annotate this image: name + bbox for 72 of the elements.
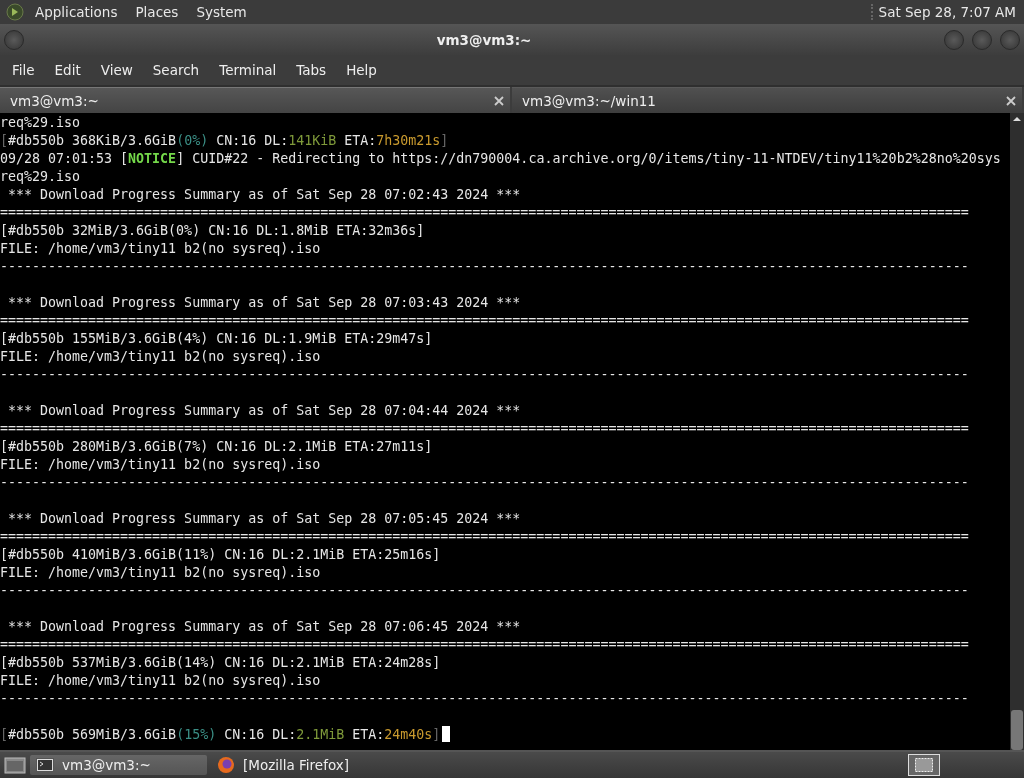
scrollbar[interactable]	[1010, 113, 1024, 750]
show-desktop-icon[interactable]	[4, 755, 26, 775]
menu-item[interactable]: Tabs	[286, 62, 337, 78]
terminal-text: =========================================================================================================================	[0, 529, 969, 544]
clock[interactable]: Sat Sep 28, 7:07 AM	[870, 4, 1016, 20]
terminal-text: ]	[432, 727, 441, 742]
panel-menu[interactable]: System	[189, 4, 254, 20]
terminal-text: *** Download Progress Summary as of Sat Sep 28 07:06:45 2024 ***	[7, 619, 521, 634]
terminal-text: req%29.iso	[0, 169, 81, 184]
terminal-text: *** Download Progress Summary as of Sat Sep 28 07:02:43 2024 ***	[7, 187, 521, 202]
terminal-text: FILE: /home/vm3/tiny11 b2(no sysreq).iso	[0, 457, 321, 472]
menu-item[interactable]: Edit	[44, 62, 91, 78]
terminal-text: [	[0, 133, 8, 148]
tab-label: vm3@vm3:~/win11	[522, 92, 657, 109]
terminal-text: FILE: /home/vm3/tiny11 b2(no sysreq).iso	[0, 673, 321, 688]
terminal-text: *** Download Progress Summary as of Sat Sep 28 07:04:44 2024 ***	[7, 403, 521, 418]
terminal-text: #db550b 368KiB/3.6GiB	[8, 133, 177, 148]
tab-label: vm3@vm3:~	[10, 92, 100, 109]
terminal-text: [#db550b 155MiB/3.6GiB(4%) CN:16 DL:1.9MiB ETA:29m47s]	[0, 331, 433, 346]
terminal-text: 24m40s	[384, 727, 433, 742]
menu-item[interactable]: View	[90, 62, 143, 78]
terminal-text: (15%)	[176, 727, 217, 742]
task-button[interactable]: vm3@vm3:~	[30, 755, 207, 775]
menu-item[interactable]: Terminal	[209, 62, 287, 78]
task-button[interactable]: [Mozilla Firefox]	[211, 755, 388, 775]
terminal-text: req%29.iso	[0, 115, 81, 130]
panel-menu[interactable]: Applications	[28, 4, 125, 20]
terminal-text: 2.1MiB	[296, 727, 345, 742]
terminal-text: ]	[440, 133, 449, 148]
terminal-text: (0%)	[176, 133, 209, 148]
terminal-text: -------------------------------------------------------------------------------------------------------------------------	[0, 691, 969, 706]
terminal-text: FILE: /home/vm3/tiny11 b2(no sysreq).iso	[0, 241, 321, 256]
terminal-text: ] CUID#22 - Redirecting to https://dn790004.ca.archive.org/0/items/tiny-11-NTDEV/tiny11%20b2%28no%20sys	[176, 151, 1001, 166]
terminal-text: =========================================================================================================================	[0, 205, 969, 220]
terminal-text: =========================================================================================================================	[0, 313, 969, 328]
terminal-text: NOTICE	[128, 151, 177, 166]
close-icon[interactable]	[1006, 95, 1016, 106]
terminal-icon	[36, 758, 54, 772]
terminal-text: #db550b 569MiB/3.6GiB	[8, 727, 177, 742]
terminal-text: [#db550b 280MiB/3.6GiB(7%) CN:16 DL:2.1MiB ETA:27m11s]	[0, 439, 433, 454]
terminal-text: *** Download Progress Summary as of Sat Sep 28 07:03:43 2024 ***	[7, 295, 521, 310]
terminal-text: [#db550b 32MiB/3.6GiB(0%) CN:16 DL:1.8MiB ETA:32m36s]	[0, 223, 425, 238]
terminal-text: *** Download Progress Summary as of Sat Sep 28 07:05:45 2024 ***	[7, 511, 521, 526]
terminal-text: -------------------------------------------------------------------------------------------------------------------------	[0, 475, 969, 490]
terminal-text: -------------------------------------------------------------------------------------------------------------------------	[0, 259, 969, 274]
terminal-text: 09/28 07:01:53 [	[0, 151, 129, 166]
window-title: vm3@vm3:~	[435, 31, 533, 48]
menu-item[interactable]: File	[2, 62, 45, 78]
panel-menu[interactable]: Places	[128, 4, 186, 20]
terminal-text: 141KiB	[288, 133, 337, 148]
window-icon	[915, 758, 933, 772]
tab[interactable]: vm3@vm3:~	[0, 87, 510, 113]
scroll-thumb-icon[interactable]	[1010, 710, 1024, 750]
terminal-text: =========================================================================================================================	[0, 421, 969, 436]
terminal-text: FILE: /home/vm3/tiny11 b2(no sysreq).iso	[0, 349, 321, 364]
terminal-text: CN:16 DL:	[215, 133, 289, 148]
terminal-text: [	[0, 727, 8, 742]
terminal-text: ETA:	[351, 727, 385, 742]
workspace-switcher[interactable]	[908, 754, 940, 776]
terminal-text: -------------------------------------------------------------------------------------------------------------------------	[0, 583, 969, 598]
terminal-text: -------------------------------------------------------------------------------------------------------------------------	[0, 367, 969, 382]
terminal-text: ETA:	[343, 133, 377, 148]
menu-item[interactable]: Help	[336, 62, 387, 78]
terminal-text: CN:16 DL:	[223, 727, 297, 742]
terminal-text: 7h30m21s	[376, 133, 441, 148]
tab[interactable]: vm3@vm3:~/win11	[512, 87, 1022, 113]
close-icon[interactable]	[494, 95, 504, 106]
terminal-text: =========================================================================================================================	[0, 637, 969, 652]
menu-item[interactable]: Search	[142, 62, 210, 78]
terminal-text: FILE: /home/vm3/tiny11 b2(no sysreq).iso	[0, 565, 321, 580]
terminal-text: [#db550b 410MiB/3.6GiB(11%) CN:16 DL:2.1MiB ETA:25m16s]	[0, 547, 441, 562]
terminal-text: [#db550b 537MiB/3.6GiB(14%) CN:16 DL:2.1MiB ETA:24m28s]	[0, 655, 441, 670]
